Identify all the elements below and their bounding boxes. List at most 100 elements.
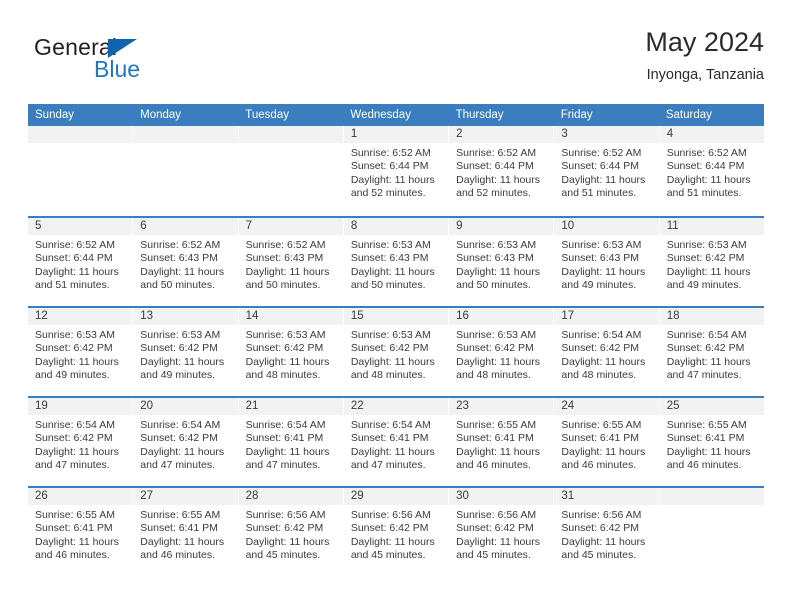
daylight-text-line2: and 46 minutes.	[561, 459, 637, 472]
day-number: 29	[343, 488, 449, 505]
day-details: Sunrise: 6:54 AM Sunset: 6:42 PM Daylight:…	[28, 415, 132, 473]
sunrise-text: Sunrise: 6:55 AM	[35, 509, 115, 521]
sunset-text: Sunset: 6:42 PM	[35, 342, 113, 355]
sunset-text: Sunset: 6:43 PM	[245, 252, 324, 265]
day-cell[interactable]: 24 Sunrise: 6:55 AM Sunset: 6:41 PM Dayligh…	[554, 398, 660, 486]
sunrise-text: Sunrise: 6:53 AM	[456, 329, 537, 341]
day-cell[interactable]: 25 Sunrise: 6:55 AM Sunset: 6:41 PM Dayligh…	[659, 398, 764, 486]
day-cell[interactable]: 5 Sunrise: 6:52 AM Sunset: 6:44 PM Daylight…	[28, 218, 134, 306]
day-cell[interactable]: 13 Sunrise: 6:53 AM Sunset: 6:42 PM Dayligh…	[133, 308, 239, 396]
sunrise-text: Sunrise: 6:52 AM	[561, 147, 642, 159]
day-details: Sunrise: 6:55 AM Sunset: 6:41 PM Daylight:…	[133, 505, 237, 563]
sunrise-text: Sunrise: 6:52 AM	[245, 239, 326, 251]
day-cell[interactable]: 1 Sunrise: 6:52 AM Sunset: 6:44 PM Daylight…	[343, 126, 450, 216]
day-cell[interactable]: 31 Sunrise: 6:56 AM Sunset: 6:42 PM Dayligh…	[554, 488, 660, 576]
day-cell[interactable]: 6 Sunrise: 6:52 AM Sunset: 6:43 PM Daylight…	[133, 218, 239, 306]
day-cell[interactable]: 10 Sunrise: 6:53 AM Sunset: 6:43 PM Dayligh…	[554, 218, 660, 306]
daylight-text-line2: and 49 minutes.	[561, 279, 637, 292]
day-number	[28, 126, 133, 143]
day-cell[interactable]: 4 Sunrise: 6:52 AM Sunset: 6:44 PM Daylight…	[659, 126, 764, 216]
day-cell[interactable]: 27 Sunrise: 6:55 AM Sunset: 6:41 PM Dayligh…	[133, 488, 239, 576]
day-cell[interactable]: 29 Sunrise: 6:56 AM Sunset: 6:42 PM Dayligh…	[343, 488, 450, 576]
daylight-text-line1: Daylight: 11 hours	[140, 445, 225, 458]
calendar-grid: Sunday Monday Tuesday Wednesday Thursday…	[28, 104, 764, 576]
day-number: 21	[238, 398, 343, 415]
day-cell[interactable]: 2 Sunrise: 6:52 AM Sunset: 6:44 PM Daylight…	[449, 126, 555, 216]
day-cell[interactable]: 3 Sunrise: 6:52 AM Sunset: 6:44 PM Daylight…	[554, 126, 660, 216]
day-number: 4	[659, 126, 764, 143]
day-details: Sunrise: 6:52 AM Sunset: 6:44 PM Daylight:…	[554, 143, 658, 201]
sunset-text: Sunset: 6:42 PM	[666, 252, 745, 265]
day-number: 31	[554, 488, 659, 505]
daylight-text-line2: and 47 minutes.	[140, 459, 215, 472]
daylight-text-line1: Daylight: 11 hours	[245, 445, 330, 458]
daylight-text-line2: and 52 minutes.	[350, 187, 426, 200]
day-cell[interactable]: 12 Sunrise: 6:53 AM Sunset: 6:42 PM Dayligh…	[28, 308, 134, 396]
daylight-text-line1: Daylight: 11 hours	[666, 445, 751, 458]
sunset-text: Sunset: 6:42 PM	[561, 522, 640, 535]
daylight-text-line1: Daylight: 11 hours	[456, 445, 540, 458]
day-details: Sunrise: 6:53 AM Sunset: 6:42 PM Daylight:…	[239, 325, 343, 383]
sunset-text: Sunset: 6:43 PM	[350, 252, 429, 265]
weekday-header-monday: Monday	[140, 109, 182, 121]
sunset-text: Sunset: 6:41 PM	[666, 432, 745, 445]
weekday-header-wednesday: Wednesday	[350, 109, 411, 121]
sunset-text: Sunset: 6:44 PM	[456, 160, 534, 173]
day-cell[interactable]: 26 Sunrise: 6:55 AM Sunset: 6:41 PM Dayligh…	[28, 488, 134, 576]
day-cell[interactable]: 9 Sunrise: 6:53 AM Sunset: 6:43 PM Daylight…	[449, 218, 555, 306]
day-number: 1	[343, 126, 449, 143]
sunrise-text: Sunrise: 6:53 AM	[666, 239, 747, 251]
day-details: Sunrise: 6:56 AM Sunset: 6:42 PM Daylight:…	[344, 505, 448, 563]
day-details: Sunrise: 6:55 AM Sunset: 6:41 PM Daylight:…	[554, 415, 658, 473]
daylight-text-line1: Daylight: 11 hours	[456, 355, 540, 368]
sunset-text: Sunset: 6:42 PM	[350, 522, 429, 535]
daylight-text-line1: Daylight: 11 hours	[245, 535, 330, 548]
daylight-text-line2: and 46 minutes.	[140, 549, 215, 562]
day-cell[interactable]: 22 Sunrise: 6:54 AM Sunset: 6:41 PM Dayligh…	[343, 398, 450, 486]
day-cell[interactable]: 17 Sunrise: 6:54 AM Sunset: 6:42 PM Dayligh…	[554, 308, 660, 396]
day-cell[interactable]: 28 Sunrise: 6:56 AM Sunset: 6:42 PM Dayligh…	[238, 488, 344, 576]
day-number: 24	[554, 398, 659, 415]
daylight-text-line1: Daylight: 11 hours	[35, 265, 119, 278]
daylight-text-line2: and 49 minutes.	[140, 369, 215, 382]
daylight-text-line2: and 48 minutes.	[561, 369, 637, 382]
day-cell[interactable]: 18 Sunrise: 6:54 AM Sunset: 6:42 PM Dayligh…	[659, 308, 764, 396]
day-cell[interactable]: 30 Sunrise: 6:56 AM Sunset: 6:42 PM Dayligh…	[449, 488, 555, 576]
daylight-text-line2: and 50 minutes.	[140, 279, 215, 292]
daylight-text-line1: Daylight: 11 hours	[140, 535, 225, 548]
day-cell[interactable]: 21 Sunrise: 6:54 AM Sunset: 6:41 PM Dayligh…	[238, 398, 344, 486]
sunset-text: Sunset: 6:42 PM	[561, 342, 640, 355]
weekday-header-thursday: Thursday	[455, 109, 504, 121]
sunrise-text: Sunrise: 6:54 AM	[140, 419, 221, 431]
calendar-weeks: 1 Sunrise: 6:52 AM Sunset: 6:44 PM Daylight…	[28, 126, 764, 576]
logo-word-blue: Blue	[94, 56, 141, 82]
daylight-text-line2: and 46 minutes.	[456, 459, 531, 472]
daylight-text-line1: Daylight: 11 hours	[561, 265, 646, 278]
sunrise-text: Sunrise: 6:55 AM	[456, 419, 537, 431]
day-cell[interactable]: 19 Sunrise: 6:54 AM Sunset: 6:42 PM Dayligh…	[28, 398, 134, 486]
day-details: Sunrise: 6:56 AM Sunset: 6:42 PM Daylight:…	[449, 505, 553, 563]
day-cell[interactable]: 23 Sunrise: 6:55 AM Sunset: 6:41 PM Dayligh…	[449, 398, 555, 486]
general-blue-logo[interactable]: General Blue	[34, 36, 234, 92]
daylight-text-line1: Daylight: 11 hours	[456, 173, 540, 186]
day-number: 25	[659, 398, 764, 415]
day-number: 22	[343, 398, 449, 415]
daylight-text-line2: and 50 minutes.	[350, 279, 426, 292]
day-details: Sunrise: 6:53 AM Sunset: 6:43 PM Daylight:…	[554, 235, 658, 293]
sunrise-text: Sunrise: 6:55 AM	[666, 419, 747, 431]
day-details: Sunrise: 6:54 AM Sunset: 6:41 PM Daylight:…	[239, 415, 343, 473]
day-cell[interactable]: 11 Sunrise: 6:53 AM Sunset: 6:42 PM Dayligh…	[659, 218, 764, 306]
calendar-week-row: 5 Sunrise: 6:52 AM Sunset: 6:44 PM Daylight…	[28, 216, 764, 306]
day-cell[interactable]: 14 Sunrise: 6:53 AM Sunset: 6:42 PM Dayligh…	[238, 308, 344, 396]
day-details: Sunrise: 6:52 AM Sunset: 6:43 PM Daylight:…	[133, 235, 237, 293]
day-cell[interactable]: 16 Sunrise: 6:53 AM Sunset: 6:42 PM Dayligh…	[449, 308, 555, 396]
day-cell[interactable]: 15 Sunrise: 6:53 AM Sunset: 6:42 PM Dayligh…	[343, 308, 450, 396]
day-cell[interactable]: 20 Sunrise: 6:54 AM Sunset: 6:42 PM Dayligh…	[133, 398, 239, 486]
day-number: 6	[133, 218, 238, 235]
sunrise-text: Sunrise: 6:53 AM	[140, 329, 221, 341]
day-cell[interactable]: 8 Sunrise: 6:53 AM Sunset: 6:43 PM Daylight…	[343, 218, 450, 306]
day-cell[interactable]: 7 Sunrise: 6:52 AM Sunset: 6:43 PM Daylight…	[238, 218, 344, 306]
day-details: Sunrise: 6:56 AM Sunset: 6:42 PM Daylight:…	[239, 505, 343, 563]
sunrise-text: Sunrise: 6:54 AM	[561, 329, 642, 341]
sunset-text: Sunset: 6:41 PM	[561, 432, 640, 445]
